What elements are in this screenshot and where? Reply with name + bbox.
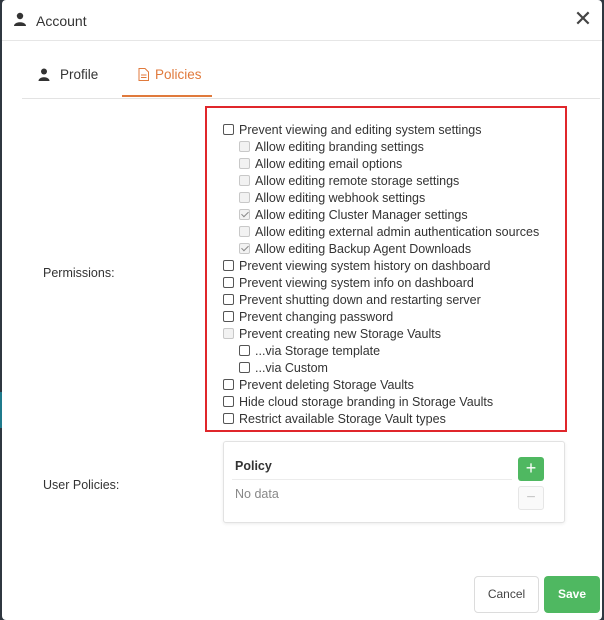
checkbox-label: Prevent shutting down and restarting ser… (239, 293, 481, 307)
checkbox (239, 226, 250, 237)
add-policy-button[interactable]: + (518, 457, 544, 481)
checkbox (239, 209, 250, 220)
user-policies-label: User Policies: (43, 478, 120, 492)
header-divider (232, 479, 512, 480)
checkbox-label: Restrict available Storage Vault types (239, 412, 446, 426)
account-dialog: Account ✕ Profile Policies Permissions: … (2, 0, 602, 620)
cancel-button[interactable]: Cancel (474, 576, 539, 613)
checkbox (239, 158, 250, 169)
tab-policies[interactable]: Policies (122, 57, 212, 97)
checkbox-label: Hide cloud storage branding in Storage V… (239, 395, 494, 409)
checkbox (239, 175, 250, 186)
checkbox[interactable] (223, 379, 234, 390)
checkbox[interactable] (239, 345, 250, 356)
user-policies-table: Policy No data + − (223, 441, 565, 523)
checkbox-label: Prevent deleting Storage Vaults (239, 378, 414, 392)
checkbox-label: Allow editing Backup Agent Downloads (255, 242, 472, 256)
checkbox-label: Prevent changing password (239, 310, 394, 324)
checkbox-label: Allow editing external admin authenticat… (255, 225, 540, 239)
tab-profile-label: Profile (60, 67, 99, 82)
checkbox[interactable] (223, 124, 234, 135)
checkbox-label: Allow editing webhook settings (255, 191, 426, 205)
checkbox-label: Prevent viewing system history on dashbo… (239, 259, 491, 273)
checkbox-label: Prevent creating new Storage Vaults (239, 327, 441, 341)
checkbox (239, 243, 250, 254)
document-icon (138, 68, 149, 81)
user-icon (14, 12, 26, 26)
remove-policy-button[interactable]: − (518, 486, 544, 510)
dialog-title: Account (36, 13, 87, 29)
checkbox-label: Allow editing Cluster Manager settings (255, 208, 468, 222)
checkbox-label: Allow editing email options (255, 157, 403, 171)
checkbox[interactable] (223, 311, 234, 322)
policy-column-header: Policy (235, 459, 272, 473)
checkbox-label: Allow editing branding settings (255, 140, 424, 154)
permissions-box: Prevent viewing and editing system setti… (205, 106, 567, 432)
checkbox (239, 192, 250, 203)
checkbox (223, 328, 234, 339)
save-button[interactable]: Save (544, 576, 600, 613)
checkbox[interactable] (239, 362, 250, 373)
tab-bar: Profile Policies (22, 57, 600, 99)
checkbox-label: Prevent viewing and editing system setti… (239, 123, 482, 137)
close-icon[interactable]: ✕ (572, 8, 594, 30)
dialog-header: Account ✕ (2, 0, 602, 41)
user-icon (38, 68, 50, 81)
checkbox[interactable] (223, 294, 234, 305)
permissions-label: Permissions: (43, 266, 115, 280)
checkbox (239, 141, 250, 152)
checkbox-label: ...via Storage template (255, 344, 381, 358)
checkbox[interactable] (223, 396, 234, 407)
empty-state-text: No data (235, 487, 279, 501)
checkbox-label: Allow editing remote storage settings (255, 174, 460, 188)
checkbox[interactable] (223, 413, 234, 424)
checkbox-label: ...via Custom (255, 361, 328, 375)
checkbox[interactable] (223, 260, 234, 271)
checkbox-label: Prevent viewing system info on dashboard (239, 276, 474, 290)
checkbox[interactable] (223, 277, 234, 288)
tab-profile[interactable]: Profile (22, 57, 122, 97)
tab-policies-label: Policies (155, 67, 202, 82)
